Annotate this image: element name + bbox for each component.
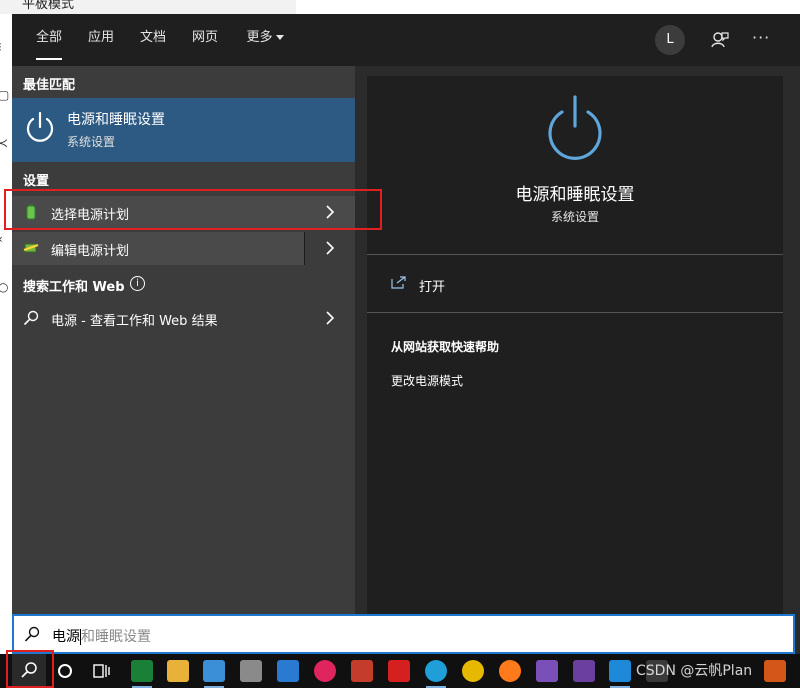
- orange-app-icon[interactable]: [764, 660, 786, 682]
- divider: [367, 254, 783, 255]
- background-nav-icon: ▢: [0, 88, 10, 102]
- help-link-change-power-mode[interactable]: 更改电源模式: [391, 372, 463, 389]
- preview-pane: 电源和睡眠设置 系统设置 打开 从网站获取快速帮助 更改电源模式: [367, 76, 783, 614]
- edit-plan-icon: [23, 243, 39, 253]
- tab-documents[interactable]: 文档: [130, 14, 176, 66]
- search-typed-text: 电源: [52, 629, 80, 645]
- media-app-icon[interactable]: [314, 660, 336, 682]
- tab-all-label: 全部: [35, 30, 62, 45]
- divider: [367, 312, 783, 313]
- chrome-browser-icon[interactable]: [462, 660, 484, 682]
- background-nav-icon: ≺: [0, 136, 9, 150]
- avatar[interactable]: L: [655, 25, 685, 55]
- chevron-right-icon[interactable]: [325, 311, 335, 325]
- power-icon: [548, 95, 602, 160]
- visual-studio-icon[interactable]: [536, 660, 558, 682]
- background-nav-icon: ⁝: [0, 40, 10, 54]
- background-window-title: 平板模式: [22, 0, 75, 12]
- search-text: 电源和睡眠设置: [52, 626, 151, 646]
- highlight-box-choose-power-plan: [4, 189, 382, 230]
- open-icon: [391, 276, 406, 289]
- more-options-icon[interactable]: ···: [752, 28, 770, 47]
- web-heading: 搜索工作和 Web: [23, 280, 125, 295]
- calculator-icon[interactable]: [240, 660, 262, 682]
- help-heading: 从网站获取快速帮助: [391, 340, 500, 354]
- search-input[interactable]: 电源和睡眠设置: [12, 614, 795, 654]
- start-search-panel: 全部 应用 文档 网页 更多 L ··· 最佳匹配 电源和睡眠设置 系统设置 设…: [12, 14, 800, 668]
- tab-more-label: 更多: [246, 30, 273, 45]
- search-icon: [24, 626, 40, 642]
- open-label: 打开: [419, 280, 446, 295]
- best-match-heading: 最佳匹配: [23, 78, 76, 93]
- mail-icon[interactable]: [277, 660, 299, 682]
- tab-all[interactable]: 全部: [26, 14, 72, 66]
- watermark: CSDN @云帆Plan: [636, 663, 753, 679]
- search-icon: [23, 310, 39, 326]
- visual-studio-alt-icon[interactable]: [573, 660, 595, 682]
- chevron-right-icon[interactable]: [325, 241, 335, 255]
- background-nav-icon: ○: [0, 280, 9, 294]
- results-list: 最佳匹配 电源和睡眠设置 系统设置 设置 选择电源计划 编辑电源计划 搜索工作和…: [12, 66, 355, 614]
- pinwheel-app-icon[interactable]: [351, 660, 373, 682]
- tab-apps-label: 应用: [87, 30, 114, 45]
- red-app-icon[interactable]: [388, 660, 410, 682]
- file-explorer-icon[interactable]: [167, 660, 189, 682]
- highlight-box-search-button: [6, 650, 54, 688]
- result-edit-power-plan[interactable]: 编辑电源计划: [12, 232, 355, 265]
- search-suggestion-text: 和睡眠设置: [81, 629, 151, 645]
- settings-heading: 设置: [23, 174, 50, 189]
- clover-app-icon[interactable]: [131, 660, 153, 682]
- task-view-icon: [93, 664, 110, 678]
- task-view-button[interactable]: [84, 654, 118, 688]
- result-label: 编辑电源计划: [51, 244, 130, 259]
- tab-web-label: 网页: [191, 30, 218, 45]
- tab-more[interactable]: 更多: [234, 14, 296, 66]
- best-match-subtitle: 系统设置: [67, 135, 116, 149]
- result-web-search[interactable]: 电源 - 查看工作和 Web 结果: [12, 302, 355, 335]
- power-icon: [26, 111, 54, 142]
- info-icon[interactable]: i: [130, 276, 145, 291]
- tab-apps[interactable]: 应用: [78, 14, 124, 66]
- edge-browser-icon[interactable]: [425, 660, 447, 682]
- feedback-icon[interactable]: [710, 30, 730, 50]
- divider: [304, 232, 305, 265]
- preview-title: 电源和睡眠设置: [515, 185, 635, 205]
- search-tabs-bar: 全部 应用 文档 网页 更多 L ···: [12, 14, 800, 66]
- firefox-browser-icon[interactable]: [499, 660, 521, 682]
- tab-web[interactable]: 网页: [182, 14, 228, 66]
- contacts-app-icon[interactable]: [203, 660, 225, 682]
- best-match-title: 电源和睡眠设置: [67, 112, 165, 128]
- preview-subtitle: 系统设置: [550, 210, 599, 224]
- tab-documents-label: 文档: [139, 30, 166, 45]
- vscode-icon[interactable]: [609, 660, 631, 682]
- background-nav-icon: ‹: [0, 232, 10, 246]
- result-label: 电源 - 查看工作和 Web 结果: [51, 314, 218, 329]
- best-match-result[interactable]: 电源和睡眠设置 系统设置: [12, 98, 355, 162]
- chevron-down-icon: [275, 35, 284, 40]
